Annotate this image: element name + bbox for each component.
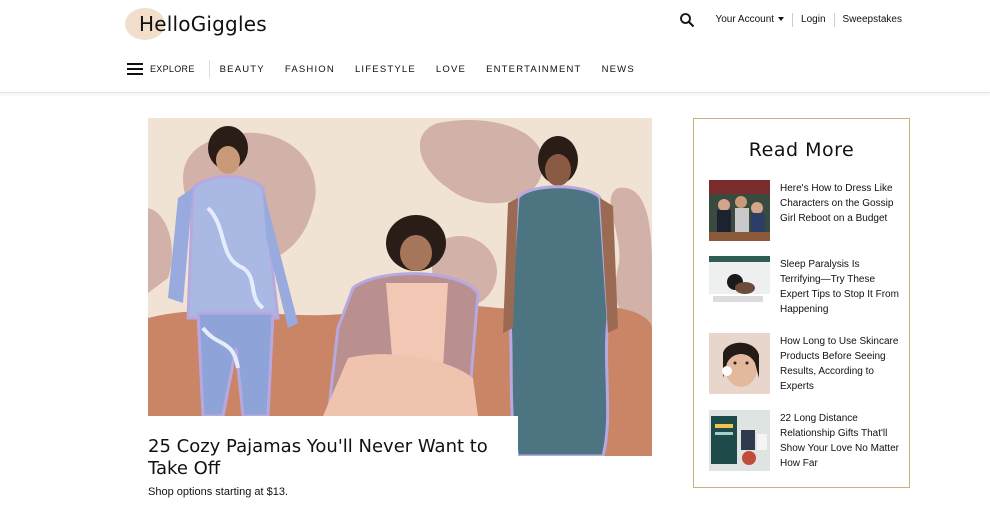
search-icon[interactable] [679,12,695,28]
read-more-sidebar: Read More Here's How to Dress Like Chara… [693,118,910,488]
article-headline[interactable]: 25 Cozy Pajamas You'll Never Want to Tak… [148,436,508,480]
article-subline: Shop options starting at $13. [148,486,289,498]
site-header: HelloGiggles Your Account Login Sweepsta… [0,0,990,93]
your-account-link[interactable]: Your Account [707,13,794,27]
nav-item-love[interactable]: LOVE [436,64,466,75]
read-more-item[interactable]: Sleep Paralysis Is Terrifying—Try These … [709,256,904,318]
read-more-thumbnail [709,256,770,317]
hero-image[interactable] [148,118,652,456]
read-more-thumbnail [709,410,770,471]
read-more-thumbnail [709,333,770,394]
nav-item-lifestyle[interactable]: LIFESTYLE [355,64,416,75]
login-link[interactable]: Login [793,13,835,27]
read-more-thumbnail [709,180,770,241]
header-utility-links: Your Account Login Sweepstakes [679,12,902,28]
your-account-label: Your Account [715,14,775,25]
hero-illustration [148,118,652,456]
read-more-item[interactable]: How Long to Use Skincare Products Before… [709,333,904,395]
nav-item-news[interactable]: NEWS [602,64,635,75]
sweepstakes-link[interactable]: Sweepstakes [835,13,902,27]
main-nav: EXPLORE BEAUTY FASHION LIFESTYLE LOVE EN… [127,60,655,78]
read-more-item[interactable]: 22 Long Distance Relationship Gifts That… [709,410,904,472]
nav-item-fashion[interactable]: FASHION [285,64,335,75]
logo-text: HelloGiggles [139,12,267,36]
hamburger-menu-icon[interactable] [127,63,143,75]
read-more-item-title: 22 Long Distance Relationship Gifts That… [780,413,899,469]
logo[interactable]: HelloGiggles [125,8,285,40]
read-more-item-title: Here's How to Dress Like Characters on t… [780,183,894,224]
read-more-item-title: How Long to Use Skincare Products Before… [780,336,899,392]
explore-button[interactable]: EXPLORE [150,64,195,74]
read-more-item[interactable]: Here's How to Dress Like Characters on t… [709,180,904,242]
nav-divider [208,60,210,78]
read-more-title: Read More [748,139,855,161]
nav-item-beauty[interactable]: BEAUTY [220,64,265,75]
chevron-down-icon [778,17,785,22]
read-more-item-title: Sleep Paralysis Is Terrifying—Try These … [780,259,899,315]
nav-item-entertainment[interactable]: ENTERTAINMENT [486,64,581,75]
